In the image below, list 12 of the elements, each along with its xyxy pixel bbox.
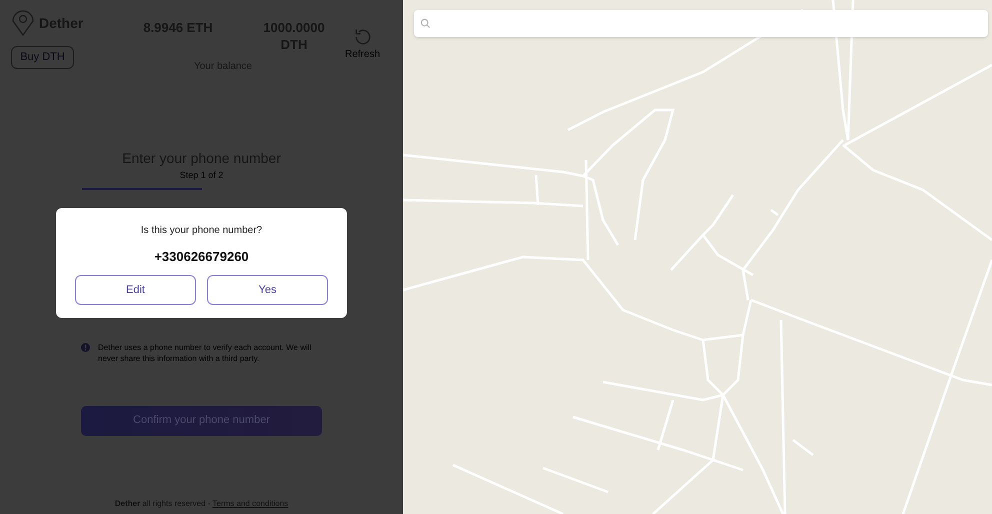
search-field[interactable] (414, 10, 988, 37)
logo-icon (11, 10, 35, 36)
dialog-button[interactable]: Yes (207, 275, 328, 305)
phone-number: +330626679260 (154, 248, 249, 266)
privacy-notice: Dether uses a phone number to verify each account. We will never share this information with a third party. (98, 342, 312, 364)
step-label: Step 1 of 2 (180, 169, 224, 182)
refresh-icon (352, 27, 372, 47)
dialog-question: Is this your phone number? (140, 224, 262, 238)
search-icon (420, 18, 431, 29)
refresh-button[interactable]: Refresh (345, 27, 380, 62)
info-icon (81, 342, 90, 352)
dialog-button[interactable]: Edit (75, 275, 196, 305)
